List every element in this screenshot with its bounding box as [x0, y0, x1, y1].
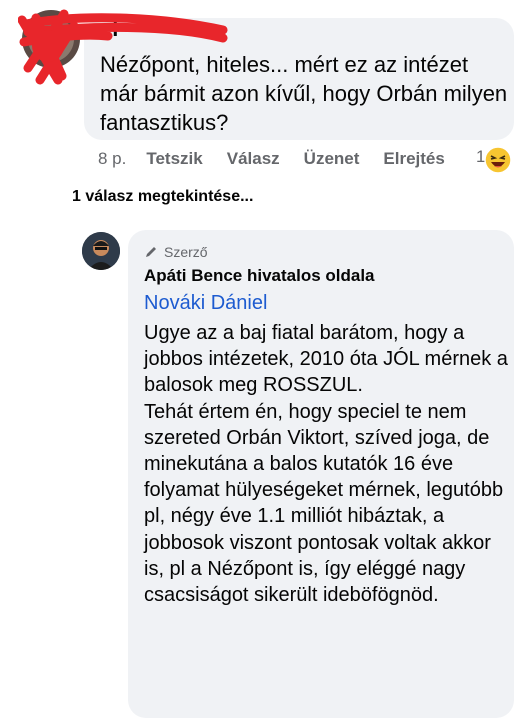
- comment-text: Nézőpont, hiteles... mért ez az intézet …: [100, 52, 508, 135]
- author-badge-label: Szerző: [164, 244, 208, 260]
- reply-author[interactable]: Apáti Bence hivatalos oldala: [144, 266, 375, 286]
- haha-reaction-icon[interactable]: [484, 146, 512, 174]
- comment-time[interactable]: 8 p.: [98, 149, 126, 169]
- reply-button[interactable]: Válasz: [227, 149, 280, 169]
- message-button[interactable]: Üzenet: [304, 149, 360, 169]
- reply-text: Ugye az a baj fiatal barátom, hogy a job…: [144, 322, 508, 607]
- mention-link[interactable]: Nováki Dániel: [144, 292, 267, 315]
- author-badge: Szerző: [144, 244, 208, 260]
- pencil-icon: [146, 247, 156, 257]
- like-button[interactable]: Tetszik: [146, 149, 202, 169]
- comment-actions: 8 p. Tetszik Válasz Üzenet Elrejtés: [98, 147, 469, 171]
- avatar[interactable]: [82, 232, 120, 270]
- hide-button[interactable]: Elrejtés: [383, 149, 444, 169]
- view-replies-link[interactable]: 1 válasz megtekintése...: [72, 188, 253, 206]
